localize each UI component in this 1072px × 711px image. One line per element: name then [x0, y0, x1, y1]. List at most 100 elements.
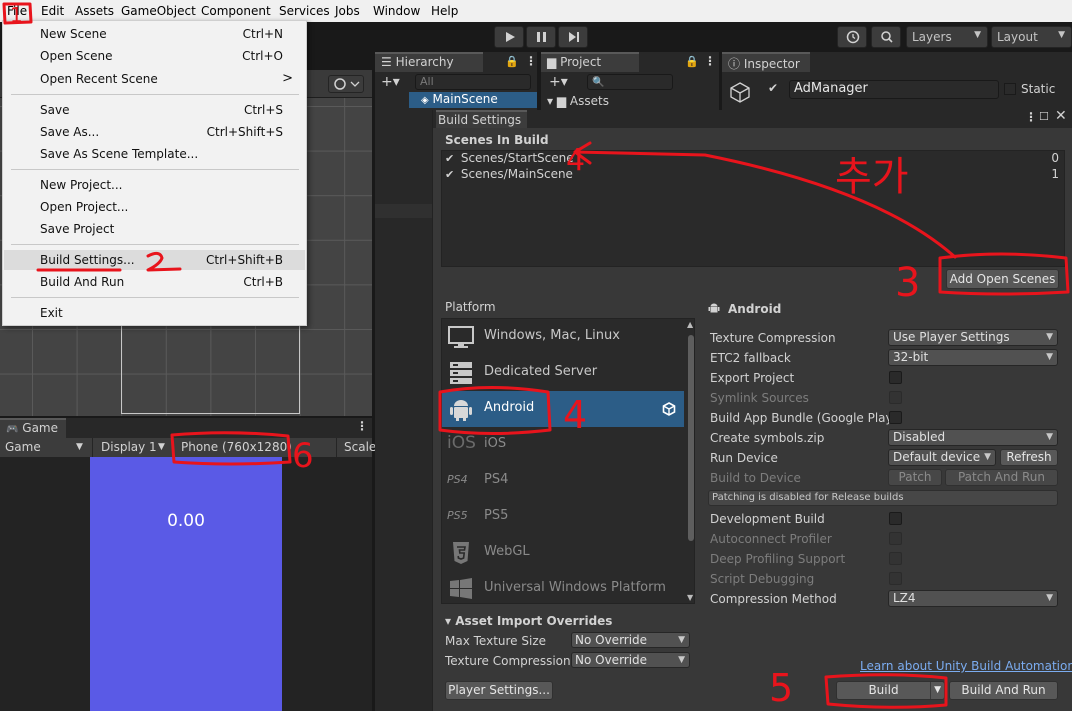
build-settings-title[interactable]: Build Settings — [436, 110, 528, 128]
scrollbar-thumb[interactable] — [688, 335, 694, 541]
hierarchy-scene-row[interactable]: ◈ MainScene — [409, 92, 537, 108]
menu-item-open-scene[interactable]: Open Scene Ctrl+O — [4, 46, 305, 66]
active-checkbox[interactable]: ✔ — [768, 81, 778, 95]
texture-compression-dropdown[interactable]: Use Player Settings ▼ — [888, 329, 1058, 346]
pause-button[interactable] — [526, 26, 556, 48]
platform-scrollbar[interactable]: ▲ ▼ — [686, 319, 694, 603]
close-icon[interactable]: ✕ — [1055, 108, 1067, 124]
compression-method-dropdown[interactable]: LZ4 ▼ — [888, 590, 1058, 607]
patch-button[interactable]: Patch — [888, 469, 942, 486]
more-options-icon[interactable]: ⋮ — [356, 419, 368, 433]
scroll-down-icon[interactable]: ▼ — [687, 593, 693, 602]
menu-edit[interactable]: Edit — [41, 4, 64, 18]
platform-ios[interactable]: iOS iOS — [442, 427, 684, 463]
menu-jobs[interactable]: Jobs — [335, 4, 360, 18]
menu-component[interactable]: Component — [201, 4, 271, 18]
checkmark-icon[interactable]: ✔ — [445, 168, 457, 181]
deep-profiling-checkbox[interactable] — [889, 552, 902, 565]
lock-icon[interactable]: 🔒 — [685, 55, 699, 68]
more-options-icon[interactable]: ⋮ — [525, 54, 537, 68]
list-item[interactable]: ✔ Scenes/MainScene 1 — [445, 167, 1063, 183]
menu-services[interactable]: Services — [279, 4, 330, 18]
autoconnect-profiler-checkbox[interactable] — [889, 532, 902, 545]
script-debugging-label: Script Debugging — [710, 572, 815, 586]
build-and-run-button[interactable]: Build And Run — [949, 681, 1058, 700]
display-dropdown[interactable]: Display 1 — [101, 440, 157, 454]
game-mode-dropdown[interactable]: Game — [5, 440, 41, 454]
menu-item-save-as-template[interactable]: Save As Scene Template... — [4, 144, 305, 164]
scale-label[interactable]: Scale — [344, 440, 376, 454]
menu-item-new-scene[interactable]: New Scene Ctrl+N — [4, 24, 305, 44]
platform-webgl[interactable]: WebGL — [442, 535, 684, 571]
platform-uwp[interactable]: Universal Windows Platform — [442, 571, 684, 603]
menu-assets[interactable]: Assets — [75, 4, 114, 18]
object-name-field[interactable]: AdManager — [789, 80, 999, 99]
scroll-up-icon[interactable]: ▲ — [687, 320, 693, 329]
symlink-sources-checkbox[interactable] — [889, 391, 902, 404]
menu-item-build-settings[interactable]: Build Settings... Ctrl+Shift+B — [4, 250, 305, 270]
menu-item-new-project[interactable]: New Project... — [4, 175, 305, 195]
menu-item-save-project[interactable]: Save Project — [4, 219, 305, 239]
script-debugging-checkbox[interactable] — [889, 572, 902, 585]
menu-file[interactable]: File — [7, 4, 27, 18]
tab-game[interactable]: 🎮 Game — [0, 418, 66, 438]
project-search[interactable]: 🔍 — [587, 74, 673, 90]
menu-item-exit[interactable]: Exit — [4, 303, 305, 323]
tab-inspector[interactable]: ⓘ Inspector — [722, 52, 810, 72]
menu-gameobject[interactable]: GameObject — [121, 4, 196, 18]
lock-icon[interactable]: 🔒 — [505, 55, 519, 68]
menu-item-save-as[interactable]: Save As... Ctrl+Shift+S — [4, 122, 305, 142]
more-options-icon[interactable]: ⋮ — [704, 54, 716, 68]
platform-android[interactable]: Android — [442, 391, 684, 427]
tab-hierarchy[interactable]: ☰ Hierarchy — [375, 52, 483, 72]
layers-dropdown[interactable]: Layers ▼ — [906, 26, 988, 48]
add-icon[interactable]: +▾ — [549, 74, 568, 90]
menu-help[interactable]: Help — [431, 4, 458, 18]
list-item[interactable]: ✔ Scenes/StartScene 0 — [445, 151, 1063, 167]
build-settings-titlebar: Build Settings ⋮ ☐ ✕ — [433, 108, 1072, 128]
platform-ps4[interactable]: PS4 PS4 — [442, 463, 684, 499]
etc2-fallback-dropdown[interactable]: 32-bit ▼ — [888, 349, 1058, 366]
platform-dedicated-server[interactable]: Dedicated Server — [442, 355, 684, 391]
history-button[interactable] — [837, 26, 867, 48]
build-app-bundle-checkbox[interactable] — [889, 411, 902, 424]
static-checkbox[interactable] — [1004, 83, 1016, 95]
tab-project[interactable]: ▆ Project — [541, 52, 639, 72]
menu-item-save[interactable]: Save Ctrl+S — [4, 100, 305, 120]
platform-windows-mac-linux[interactable]: Windows, Mac, Linux — [442, 319, 684, 355]
play-button[interactable] — [494, 26, 524, 48]
create-symbols-dropdown[interactable]: Disabled ▼ — [888, 429, 1058, 446]
checkmark-icon[interactable]: ✔ — [445, 152, 457, 165]
patch-and-run-button[interactable]: Patch And Run — [945, 469, 1058, 486]
menu-item-open-project[interactable]: Open Project... — [4, 197, 305, 217]
asset-import-header[interactable]: ▾ Asset Import Overrides — [445, 614, 612, 628]
hierarchy-search[interactable]: All — [415, 74, 531, 90]
layout-dropdown[interactable]: Layout ▼ — [991, 26, 1072, 48]
menu-item-open-recent-scene[interactable]: Open Recent Scene > — [4, 69, 305, 89]
maximize-icon[interactable]: ☐ — [1039, 110, 1049, 123]
run-device-dropdown[interactable]: Default device ▼ — [888, 449, 996, 466]
max-texture-size-dropdown[interactable]: No Override ▼ — [571, 632, 690, 648]
build-button[interactable]: Build ▼ — [836, 681, 945, 700]
menu-separator — [11, 169, 299, 170]
dropdown-value: No Override — [575, 653, 648, 667]
player-settings-button[interactable]: Player Settings... — [445, 681, 553, 700]
texture-compression-override-dropdown[interactable]: No Override ▼ — [571, 652, 690, 668]
refresh-button[interactable]: Refresh — [1000, 449, 1058, 466]
resolution-dropdown[interactable]: Phone (760x1280) — [181, 440, 292, 454]
gizmo-dropdown[interactable] — [328, 75, 364, 93]
chevron-down-icon[interactable]: ▼ — [930, 682, 941, 699]
add-icon[interactable]: +▾ — [381, 74, 400, 90]
search-button[interactable] — [871, 26, 901, 48]
development-build-checkbox[interactable] — [889, 512, 902, 525]
step-button[interactable] — [558, 26, 588, 48]
learn-build-automation-link[interactable]: Learn about Unity Build Automation — [860, 659, 1072, 673]
export-project-checkbox[interactable] — [889, 371, 902, 384]
project-folder-row[interactable]: ▾ ▆ Assets — [547, 94, 609, 108]
add-open-scenes-button[interactable]: Add Open Scenes — [946, 269, 1059, 289]
platform-ps5[interactable]: PS5 PS5 — [442, 499, 684, 535]
more-options-icon[interactable]: ⋮ — [1025, 110, 1037, 124]
list-item[interactable] — [375, 204, 433, 218]
menu-item-build-and-run[interactable]: Build And Run Ctrl+B — [4, 272, 305, 292]
menu-window[interactable]: Window — [373, 4, 420, 18]
